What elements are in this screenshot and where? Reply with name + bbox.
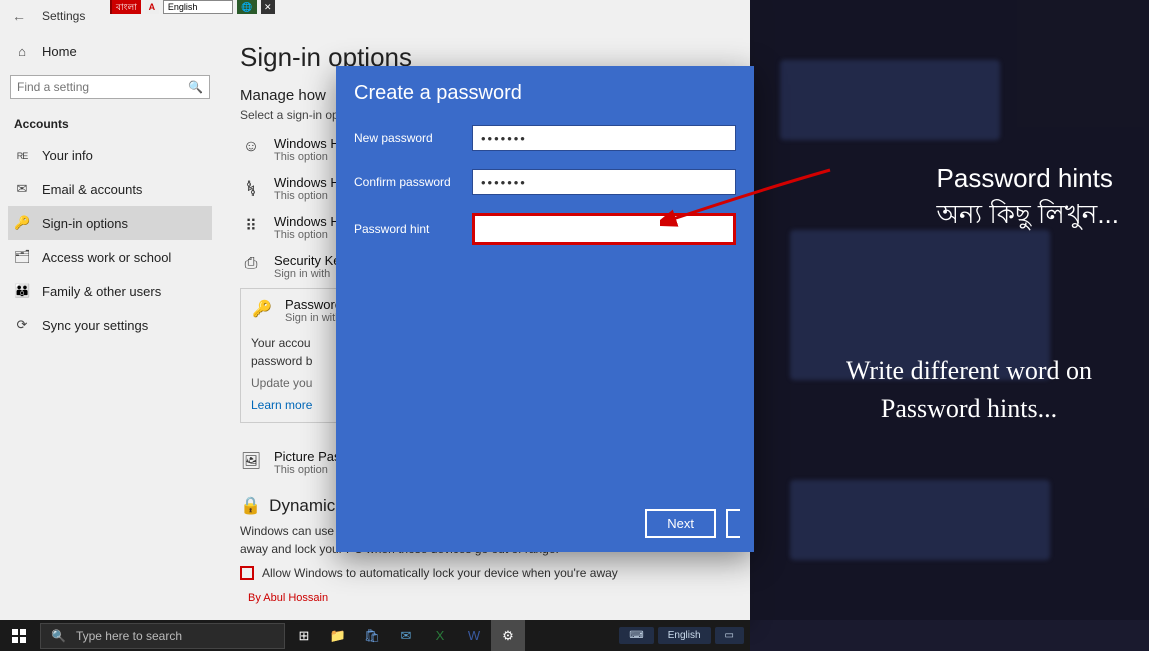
new-password-label: New password bbox=[354, 131, 458, 145]
ime-toolbar[interactable]: বাংলা A English 🌐 ✕ bbox=[110, 0, 275, 14]
home-link[interactable]: ⌂ Home bbox=[8, 36, 212, 67]
update-link[interactable]: Update you bbox=[251, 376, 312, 390]
key-icon: 🔑 bbox=[14, 215, 30, 231]
user-icon: RE bbox=[14, 151, 30, 161]
confirm-password-label: Confirm password bbox=[354, 175, 458, 189]
nav-family[interactable]: 👪 Family & other users bbox=[8, 274, 212, 308]
option-title: Windows H bbox=[274, 214, 340, 229]
store-icon[interactable]: 🛍 bbox=[355, 620, 389, 651]
nav-label: Sign-in options bbox=[42, 216, 128, 231]
taskview-icon[interactable]: ⊞ bbox=[287, 620, 321, 651]
ime-english[interactable]: English bbox=[163, 0, 233, 14]
confirm-password-input[interactable]: ••••••• bbox=[472, 169, 736, 195]
dynamic-label: Dynamic bbox=[269, 496, 335, 516]
mail-icon[interactable]: ✉ bbox=[389, 620, 423, 651]
section-label: Accounts bbox=[8, 107, 212, 139]
search-icon: 🔍 bbox=[188, 80, 203, 94]
home-label: Home bbox=[42, 44, 77, 59]
picture-icon: 🖼 bbox=[240, 449, 262, 471]
back-icon[interactable]: ← bbox=[12, 8, 26, 24]
pin-icon: ⠿ bbox=[240, 214, 262, 236]
checkbox-label: Allow Windows to automatically lock your… bbox=[262, 566, 618, 580]
annotation-text-2: Write different word on Password hints..… bbox=[819, 352, 1119, 427]
annotation-text-1: Password hints অন্য কিছু লিখুন... bbox=[937, 160, 1119, 233]
ime-bangla[interactable]: বাংলা bbox=[110, 0, 141, 14]
ime-indicator[interactable]: ⌨ bbox=[619, 627, 653, 644]
sidebar: ⌂ Home 🔍 Accounts RE Your info ✉ Email &… bbox=[0, 32, 220, 620]
search-input[interactable] bbox=[17, 80, 188, 94]
option-sub: This option bbox=[274, 151, 340, 163]
start-button[interactable] bbox=[0, 620, 38, 651]
option-sub: Sign in with bbox=[274, 268, 340, 280]
nav-email[interactable]: ✉ Email & accounts bbox=[8, 172, 212, 206]
search-icon: 🔍 bbox=[51, 629, 66, 643]
family-icon: 👪 bbox=[14, 283, 30, 299]
nav-signin[interactable]: 🔑 Sign-in options bbox=[8, 206, 212, 240]
learn-more-link[interactable]: Learn more bbox=[251, 398, 312, 412]
next-button[interactable]: Next bbox=[645, 509, 716, 538]
nav-label: Email & accounts bbox=[42, 182, 142, 197]
option-title: Password bbox=[285, 297, 342, 312]
taskbar: 🔍 Type here to search ⊞ 📁 🛍 ✉ X W ⚙ ⌨ En… bbox=[0, 620, 750, 651]
briefcase-icon: 🗂 bbox=[14, 249, 30, 265]
nav-label: Family & other users bbox=[42, 284, 161, 299]
author-credit: By Abul Hossain bbox=[248, 592, 328, 604]
option-title: Windows H bbox=[274, 175, 340, 190]
password-hint-label: Password hint bbox=[354, 222, 458, 236]
settings-icon[interactable]: ⚙ bbox=[491, 620, 525, 651]
mail-icon: ✉ bbox=[14, 181, 30, 197]
face-icon: ☺ bbox=[240, 136, 262, 156]
explorer-icon[interactable]: 📁 bbox=[321, 620, 355, 651]
nav-sync[interactable]: ⟳ Sync your settings bbox=[8, 308, 212, 342]
lock-icon: 🔒 bbox=[240, 496, 261, 516]
create-password-dialog: Create a password New password ••••••• C… bbox=[336, 66, 754, 552]
excel-icon[interactable]: X bbox=[423, 620, 457, 651]
nav-label: Access work or school bbox=[42, 250, 171, 265]
key-icon: 🔑 bbox=[251, 297, 273, 319]
cancel-button-partial[interactable] bbox=[726, 509, 740, 538]
hint-field[interactable] bbox=[483, 222, 725, 237]
word-icon[interactable]: W bbox=[457, 620, 491, 651]
annotation-overlay: Password hints অন্য কিছু লিখুন... Write … bbox=[750, 0, 1149, 620]
tray-icon[interactable]: ▭ bbox=[715, 627, 744, 644]
nav-work[interactable]: 🗂 Access work or school bbox=[8, 240, 212, 274]
option-sub: Sign in with bbox=[285, 312, 342, 324]
option-sub: This option bbox=[274, 229, 340, 241]
option-title: Security Ke bbox=[274, 253, 340, 268]
sync-icon: ⟳ bbox=[14, 317, 30, 333]
windows-logo-icon bbox=[12, 629, 26, 643]
dialog-title: Create a password bbox=[354, 82, 736, 105]
nav-label: Your info bbox=[42, 148, 93, 163]
ime-icon[interactable]: A bbox=[145, 0, 159, 14]
dynamic-checkbox-row[interactable]: Allow Windows to automatically lock your… bbox=[240, 566, 730, 580]
search-input-wrap[interactable]: 🔍 bbox=[10, 75, 210, 99]
ime-close-icon[interactable]: ✕ bbox=[261, 0, 275, 14]
new-password-input[interactable]: ••••••• bbox=[472, 125, 736, 151]
option-sub: This option bbox=[274, 190, 340, 202]
taskbar-apps: ⊞ 📁 🛍 ✉ X W ⚙ bbox=[287, 620, 525, 651]
home-icon: ⌂ bbox=[14, 44, 30, 59]
checkbox[interactable] bbox=[240, 566, 254, 580]
password-hint-input[interactable] bbox=[472, 213, 736, 245]
usb-icon: ⎙ bbox=[240, 253, 262, 273]
ime-globe-icon[interactable]: 🌐 bbox=[237, 0, 257, 14]
search-placeholder: Type here to search bbox=[76, 629, 182, 643]
taskbar-search[interactable]: 🔍 Type here to search bbox=[40, 623, 285, 649]
window-title: Settings bbox=[42, 9, 85, 23]
nav-label: Sync your settings bbox=[42, 318, 148, 333]
option-title: Windows H bbox=[274, 136, 340, 151]
fingerprint-icon: 𖣩 bbox=[240, 175, 262, 199]
language-indicator[interactable]: English bbox=[658, 627, 711, 644]
nav-your-info[interactable]: RE Your info bbox=[8, 139, 212, 172]
